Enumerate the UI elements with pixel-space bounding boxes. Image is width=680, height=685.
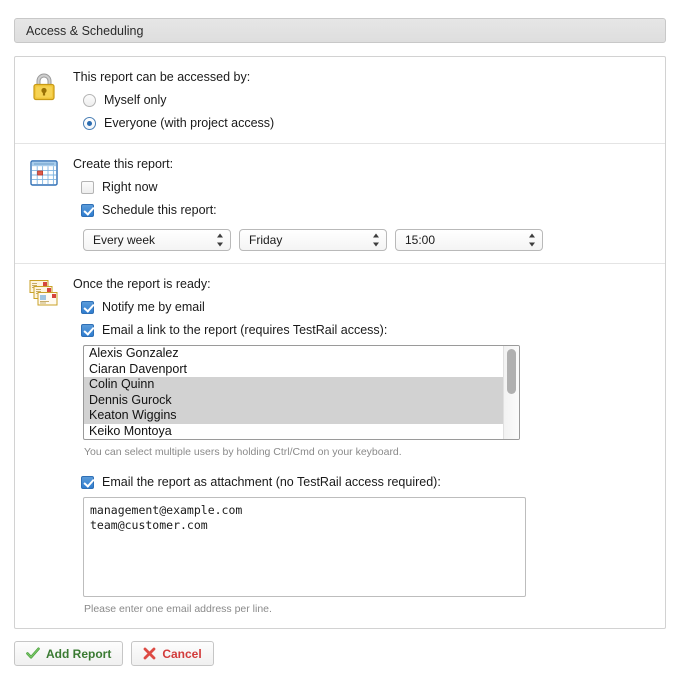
chevron-updown-icon xyxy=(372,233,379,247)
checkbox-schedule-report[interactable]: Schedule this report: xyxy=(73,202,651,218)
check-icon xyxy=(26,647,40,660)
day-select[interactable]: Friday xyxy=(239,229,387,251)
users-listbox-scrollbar-thumb[interactable] xyxy=(507,349,516,394)
frequency-select-value: Every week xyxy=(93,233,156,247)
users-listbox-scrollbar[interactable] xyxy=(503,346,519,439)
emails-hint: Please enter one email address per line. xyxy=(84,603,272,615)
checkbox-right-now-label: Right now xyxy=(102,180,158,194)
chevron-updown-icon xyxy=(216,233,223,247)
radio-myself-only-control[interactable] xyxy=(83,93,96,107)
checkbox-schedule-report-control[interactable] xyxy=(81,203,94,217)
cancel-button[interactable]: Cancel xyxy=(131,641,214,666)
access-title: This report can be accessed by: xyxy=(73,70,251,84)
list-item[interactable]: Colin Quinn xyxy=(84,377,503,393)
emails-textarea[interactable]: management@example.com team@customer.com xyxy=(83,497,526,597)
create-section: Create this report: Right now Schedule t… xyxy=(15,144,665,264)
access-scheduling-page: Access & Scheduling This report can be a… xyxy=(0,0,680,685)
checkbox-notify-me-label: Notify me by email xyxy=(102,300,205,314)
chevron-updown-icon xyxy=(528,233,535,247)
radio-everyone[interactable]: Everyone (with project access) xyxy=(73,115,651,131)
close-icon xyxy=(143,647,156,660)
checkbox-email-link[interactable]: Email a link to the report (requires Tes… xyxy=(73,322,651,338)
create-body: Create this report: Right now Schedule t… xyxy=(73,156,665,251)
list-item[interactable]: Ciaran Davenport xyxy=(84,362,503,378)
day-select-value: Friday xyxy=(249,233,283,247)
settings-panel: This report can be accessed by: Myself o… xyxy=(14,56,666,629)
calendar-icon xyxy=(15,156,73,188)
checkbox-email-attachment[interactable]: Email the report as attachment (no TestR… xyxy=(73,474,651,490)
lock-icon xyxy=(15,69,73,103)
time-select[interactable]: 15:00 xyxy=(395,229,543,251)
footer-actions: Add Report Cancel xyxy=(14,641,214,666)
cancel-button-label: Cancel xyxy=(162,646,202,661)
list-item[interactable]: Keiko Montoya xyxy=(84,424,503,439)
users-listbox[interactable]: Alexis Gonzalez Ciaran Davenport Colin Q… xyxy=(83,345,520,440)
users-listbox-items[interactable]: Alexis Gonzalez Ciaran Davenport Colin Q… xyxy=(84,346,503,439)
section-title: Access & Scheduling xyxy=(26,23,144,38)
checkbox-right-now-control[interactable] xyxy=(81,180,94,194)
time-select-value: 15:00 xyxy=(405,233,436,247)
radio-everyone-control[interactable] xyxy=(83,116,96,130)
emails-icon xyxy=(15,276,73,308)
list-item[interactable]: Dennis Gurock xyxy=(84,392,503,409)
radio-myself-only-label: Myself only xyxy=(104,93,167,107)
list-item[interactable]: Alexis Gonzalez xyxy=(84,346,503,362)
checkbox-right-now[interactable]: Right now xyxy=(73,179,651,195)
radio-everyone-label: Everyone (with project access) xyxy=(104,116,275,130)
frequency-select[interactable]: Every week xyxy=(83,229,231,251)
users-hint: You can select multiple users by holding… xyxy=(84,446,402,458)
schedule-selects: Every week Friday 15:00 xyxy=(83,229,651,251)
section-header: Access & Scheduling xyxy=(14,18,666,43)
checkbox-notify-me-control[interactable] xyxy=(81,300,94,314)
report-ready-body: Once the report is ready: Notify me by e… xyxy=(73,276,665,616)
checkbox-email-link-control[interactable] xyxy=(81,323,94,337)
list-item[interactable]: Keaton Wiggins xyxy=(84,408,503,424)
checkbox-notify-me[interactable]: Notify me by email xyxy=(73,299,651,315)
access-body: This report can be accessed by: Myself o… xyxy=(73,69,665,131)
checkbox-email-attachment-control[interactable] xyxy=(81,475,94,489)
radio-myself-only[interactable]: Myself only xyxy=(73,92,651,108)
add-report-button[interactable]: Add Report xyxy=(14,641,124,666)
report-ready-title: Once the report is ready: xyxy=(73,277,211,291)
add-report-button-label: Add Report xyxy=(46,646,112,661)
create-title: Create this report: xyxy=(73,157,174,171)
checkbox-email-link-label: Email a link to the report (requires Tes… xyxy=(102,323,388,337)
report-ready-section: Once the report is ready: Notify me by e… xyxy=(15,264,665,628)
checkbox-schedule-report-label: Schedule this report: xyxy=(102,203,217,217)
checkbox-email-attachment-label: Email the report as attachment (no TestR… xyxy=(102,475,441,489)
access-section: This report can be accessed by: Myself o… xyxy=(15,57,665,144)
